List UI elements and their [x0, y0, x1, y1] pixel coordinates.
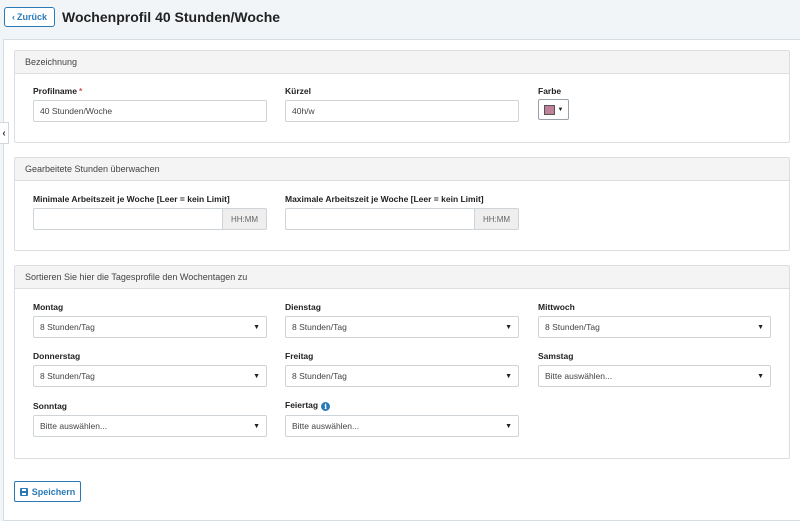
mittwoch-select-value: 8 Stunden/Tag [545, 322, 600, 332]
freitag-select-value: 8 Stunden/Tag [292, 371, 347, 381]
profilname-label: Profilname * [33, 86, 83, 96]
montag-select[interactable]: 8 Stunden/Tag ▼ [33, 316, 267, 338]
unit-addon: HH:MM [474, 208, 519, 230]
required-marker: * [78, 86, 83, 96]
samstag-select[interactable]: Bitte auswählen... ▼ [538, 365, 771, 387]
samstag-label: Samstag [538, 351, 574, 361]
min-arbeitszeit-input[interactable] [33, 208, 222, 230]
color-swatch [543, 104, 555, 115]
min-arbeitszeit-group: HH:MM [33, 208, 267, 230]
caret-down-icon: ▼ [757, 372, 764, 380]
chevron-left-icon: ‹ [11, 12, 15, 22]
freitag-select[interactable]: 8 Stunden/Tag ▼ [285, 365, 519, 387]
freitag-label: Freitag [285, 351, 314, 361]
samstag-select-value: Bitte auswählen... [545, 371, 613, 381]
panel-heading: Sortieren Sie hier die Tagesprofile den … [15, 266, 789, 289]
feiertag-select[interactable]: Bitte auswählen... ▼ [285, 415, 519, 437]
farbe-label: Farbe [538, 86, 562, 96]
profilname-input[interactable]: 40 Stunden/Woche [33, 100, 267, 122]
donnerstag-label: Donnerstag [33, 351, 81, 361]
caret-down-icon: ▼ [757, 323, 764, 331]
max-arbeitszeit-group: HH:MM [285, 208, 519, 230]
caret-down-icon: ▼ [253, 422, 260, 430]
info-icon[interactable]: i [321, 402, 331, 411]
montag-select-value: 8 Stunden/Tag [40, 322, 95, 332]
back-button[interactable]: ‹ Zurück [4, 7, 55, 27]
panel-heading: Bezeichnung [15, 51, 789, 74]
caret-down-icon: ▼ [505, 323, 512, 331]
floppy-disk-icon [19, 487, 28, 496]
caret-down-icon: ▼ [557, 106, 564, 113]
donnerstag-select-value: 8 Stunden/Tag [40, 371, 95, 381]
sonntag-select[interactable]: Bitte auswählen... ▼ [33, 415, 267, 437]
caret-down-icon: ▼ [505, 422, 512, 430]
montag-label: Montag [33, 302, 64, 312]
unit-addon: HH:MM [222, 208, 267, 230]
save-button[interactable]: Speichern [14, 481, 81, 502]
sonntag-select-value: Bitte auswählen... [40, 421, 108, 431]
dienstag-select-value: 8 Stunden/Tag [292, 322, 347, 332]
max-arbeitszeit-input[interactable] [285, 208, 474, 230]
top-bar: ‹ Zurück Wochenprofil 40 Stunden/Woche [0, 0, 800, 39]
page-title: Wochenprofil 40 Stunden/Woche [62, 9, 281, 25]
sonntag-label: Sonntag [33, 401, 67, 411]
kuerzel-input[interactable]: 40h/w [285, 100, 519, 122]
panel-stunden: Gearbeitete Stunden überwachen [14, 157, 790, 251]
mittwoch-label: Mittwoch [538, 302, 575, 312]
feiertag-label: Feiertag i [285, 400, 331, 411]
color-picker-button[interactable]: ▼ [538, 99, 569, 120]
max-arbeitszeit-label: Maximale Arbeitszeit je Woche [Leer = ke… [285, 194, 484, 204]
caret-down-icon: ▼ [253, 323, 260, 331]
mittwoch-select[interactable]: 8 Stunden/Tag ▼ [538, 316, 771, 338]
caret-down-icon: ▼ [253, 372, 260, 380]
min-arbeitszeit-label: Minimale Arbeitszeit je Woche [Leer = ke… [33, 194, 230, 204]
chevron-left-icon: ‹ [2, 127, 6, 139]
save-button-label: Speichern [31, 486, 76, 497]
panel-heading: Gearbeitete Stunden überwachen [15, 158, 789, 181]
panel-bezeichnung: Bezeichnung [14, 50, 790, 143]
back-button-label: Zurück [16, 12, 47, 22]
sidebar-toggle[interactable]: ‹ [0, 122, 9, 144]
feiertag-select-value: Bitte auswählen... [292, 421, 360, 431]
donnerstag-select[interactable]: 8 Stunden/Tag ▼ [33, 365, 267, 387]
caret-down-icon: ▼ [505, 372, 512, 380]
kuerzel-label: Kürzel [285, 86, 311, 96]
dienstag-label: Dienstag [285, 302, 321, 312]
dienstag-select[interactable]: 8 Stunden/Tag ▼ [285, 316, 519, 338]
